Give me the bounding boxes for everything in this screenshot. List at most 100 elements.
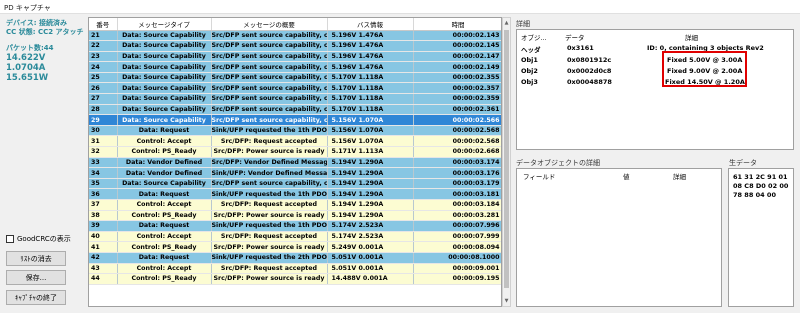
row-summary: Sink/UFP requested the 1th PDO: [211, 220, 328, 232]
value-header[interactable]: 値: [623, 171, 630, 181]
row-summary: Src/DFP: Request accepted: [211, 199, 328, 211]
title-bar: PD キャプチャ: [0, 0, 800, 14]
table-row[interactable]: 40 Control: Accept Src/DFP: Request accept…: [89, 231, 501, 243]
save-button[interactable]: 保存...: [6, 270, 66, 285]
field-header[interactable]: フィールド: [523, 171, 555, 181]
raw-data-panel: 61 31 2C 91 01 08 C8 D0 02 00 78 88 04 0…: [728, 168, 794, 307]
table-row[interactable]: 34 Data: Vendor Defined Sink/UFP: Vendor D…: [89, 167, 501, 179]
end-capture-button[interactable]: ｷｬﾌﾟﾁｬの終了: [6, 290, 66, 305]
table-row[interactable]: 35 Data: Source Capability Src/DFP sent so…: [89, 178, 501, 190]
row-type: Control: PS_Ready: [117, 241, 212, 253]
row-number: 40: [89, 231, 118, 243]
row-bus: 5.194V 1.290A: [327, 157, 414, 169]
row-number: 42: [89, 252, 118, 264]
row-type: Data: Source Capability: [117, 30, 212, 42]
row-time: 00:00:03.181: [413, 188, 501, 200]
table-row[interactable]: 26 Data: Source Capability Src/DFP sent so…: [89, 82, 501, 95]
row-summary: Sink/UFP requested the 2th PDO: [211, 252, 328, 264]
row-bus: 5.051V 0.001A: [327, 263, 414, 275]
detail-header-data[interactable]: データ: [565, 32, 585, 42]
table-row[interactable]: 41 Control: PS_Ready Src/DFP: Power source…: [89, 241, 501, 253]
table-row[interactable]: 33 Data: Vendor Defined Src/DFP: Vendor De…: [89, 157, 501, 169]
raw-data-label: 生データ: [729, 159, 757, 167]
row-time: 00:00:02.359: [413, 93, 501, 105]
row-number: 23: [89, 51, 118, 63]
table-row[interactable]: 25 Data: Source Capability Src/DFP sent so…: [89, 72, 501, 84]
row-number: 31: [89, 135, 118, 148]
table-row[interactable]: 24 Data: Source Capability Src/DFP sent so…: [89, 61, 501, 73]
row-number: 36: [89, 188, 118, 200]
table-row[interactable]: 31 Control: Accept Src/DFP: Request accept…: [89, 135, 501, 148]
row-number: 25: [89, 72, 118, 84]
row-type: Data: Request: [117, 125, 212, 137]
device-info: デバイス: 接続済み CC 状態: CC2 アタッチ パケット数:44 14.6…: [6, 19, 86, 83]
table-row[interactable]: 39 Data: Request Sink/UFP requested the 1t…: [89, 220, 501, 232]
col-header-summary[interactable]: メッセージの概要: [211, 18, 328, 31]
row-bus: 5.249V 0.001A: [327, 241, 414, 253]
detail-data-0: 0x3161: [567, 44, 594, 52]
row-time: 00:00:02.568: [413, 125, 501, 137]
row-bus: 5.196V 1.476A: [327, 30, 414, 42]
row-time: 00:00:02.568: [413, 135, 501, 148]
desc-header[interactable]: 詳細: [673, 171, 686, 181]
table-row[interactable]: 32 Control: PS_Ready Src/DFP: Power source…: [89, 146, 501, 158]
col-header-time[interactable]: 時間: [413, 18, 501, 31]
row-bus: 5.156V 1.070A: [327, 135, 414, 148]
row-type: Data: Source Capability: [117, 61, 212, 73]
row-type: Data: Source Capability: [117, 104, 212, 116]
row-number: 26: [89, 82, 118, 95]
row-time: 00:00:08.1000: [413, 252, 501, 264]
table-row[interactable]: 23 Data: Source Capability Src/DFP sent so…: [89, 51, 501, 63]
row-time: 00:00:03.281: [413, 210, 501, 222]
table-row[interactable]: 22 Data: Source Capability Src/DFP sent so…: [89, 40, 501, 52]
row-summary: Src/DFP sent source capability, con...: [211, 104, 328, 116]
scroll-thumb[interactable]: [504, 30, 509, 288]
table-row[interactable]: 28 Data: Source Capability Src/DFP sent so…: [89, 104, 501, 116]
row-number: 29: [89, 114, 118, 126]
row-type: Data: Source Capability: [117, 93, 212, 105]
data-object-panel: フィールド 値 詳細: [516, 168, 722, 307]
row-time: 00:00:02.357: [413, 82, 501, 95]
raw-data-text: 61 31 2C 91 01 08 C8 D0 02 00 78 88 04 0…: [733, 173, 789, 199]
row-number: 34: [89, 167, 118, 179]
row-summary: Sink/UFP requested the 1th PDO: [211, 125, 328, 137]
clear-list-button[interactable]: ﾘｽﾄの消去: [6, 251, 66, 266]
row-time: 00:00:03.184: [413, 199, 501, 211]
table-row[interactable]: 27 Data: Source Capability Src/DFP sent so…: [89, 93, 501, 105]
row-type: Control: PS_Ready: [117, 146, 212, 158]
goodcrc-toggle[interactable]: GoodCRCの表示: [6, 234, 71, 244]
table-row[interactable]: 44 Control: PS_Ready Src/DFP: Power source…: [89, 273, 501, 285]
row-number: 30: [89, 125, 118, 137]
table-row[interactable]: 29 Data: Source Capability Src/DFP sent so…: [89, 114, 501, 126]
row-bus: 5.174V 2.523A: [327, 231, 414, 243]
row-bus: 5.051V 0.001A: [327, 252, 414, 264]
col-header-bus[interactable]: バス情報: [327, 18, 414, 31]
row-time: 00:00:02.145: [413, 40, 501, 52]
row-summary: Src/DFP sent source capability, con...: [211, 61, 328, 73]
table-row[interactable]: 42 Data: Request Sink/UFP requested the 2t…: [89, 252, 501, 264]
row-summary: Sink/UFP requested the 1th PDO: [211, 188, 328, 200]
detail-header-object[interactable]: オブジ...: [521, 32, 547, 42]
row-type: Control: Accept: [117, 199, 212, 211]
scroll-down-icon[interactable]: ▼: [503, 297, 510, 305]
scroll-up-icon[interactable]: ▲: [503, 19, 510, 27]
table-row[interactable]: 21 Data: Source Capability Src/DFP sent so…: [89, 30, 501, 42]
row-time: 00:00:09.195: [413, 273, 501, 285]
goodcrc-label: GoodCRCの表示: [17, 235, 71, 243]
col-header-number[interactable]: 番号: [89, 18, 118, 31]
row-number: 37: [89, 199, 118, 211]
row-number: 28: [89, 104, 118, 116]
table-row[interactable]: 43 Control: Accept Src/DFP: Request accept…: [89, 263, 501, 275]
row-number: 33: [89, 157, 118, 169]
table-row[interactable]: 37 Control: Accept Src/DFP: Request accept…: [89, 199, 501, 211]
row-time: 00:00:02.668: [413, 146, 501, 158]
col-header-type[interactable]: メッセージタイプ: [117, 18, 212, 31]
row-bus: 5.196V 1.476A: [327, 40, 414, 52]
row-type: Data: Vendor Defined: [117, 157, 212, 169]
table-row[interactable]: 30 Data: Request Sink/UFP requested the 1t…: [89, 125, 501, 137]
detail-header-desc[interactable]: 詳細: [685, 32, 698, 42]
table-row[interactable]: 38 Control: PS_Ready Src/DFP: Power source…: [89, 210, 501, 222]
goodcrc-checkbox[interactable]: [6, 235, 14, 243]
table-scrollbar[interactable]: ▲ ▼: [502, 17, 511, 307]
table-row[interactable]: 36 Data: Request Sink/UFP requested the 1t…: [89, 188, 501, 200]
